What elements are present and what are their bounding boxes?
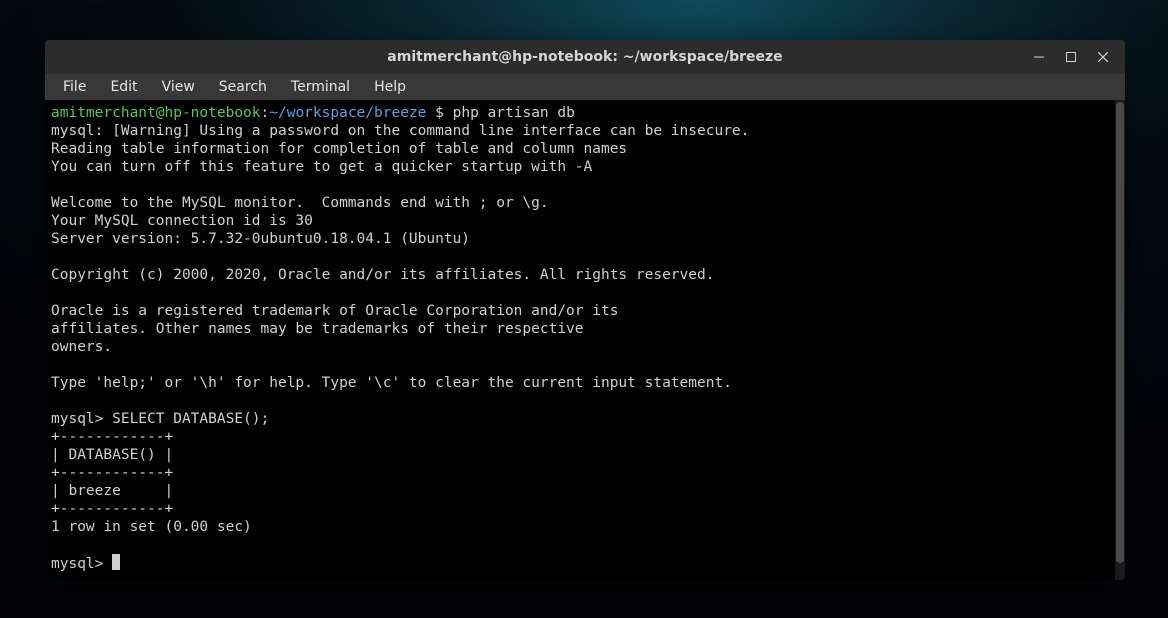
terminal-line: +------------+ (51, 465, 173, 481)
scrollbar[interactable] (1115, 100, 1125, 580)
prompt-seg1: workspace (287, 105, 366, 121)
terminal-line: Reading table information for completion… (51, 141, 627, 157)
window-controls (1023, 40, 1119, 74)
terminal-area: amitmerchant@hp-notebook:~/workspace/bre… (45, 100, 1125, 580)
maximize-button[interactable] (1055, 43, 1087, 71)
scrollbar-thumb[interactable] (1116, 102, 1124, 563)
terminal-line: mysql> (51, 556, 112, 572)
window-title: amitmerchant@hp-notebook: ~/workspace/br… (387, 49, 782, 65)
terminal-line: | breeze | (51, 483, 173, 499)
desktop-background: amitmerchant@hp-notebook: ~/workspace/br… (0, 0, 1168, 618)
minimize-icon (1034, 52, 1044, 62)
close-button[interactable] (1087, 43, 1119, 71)
menu-search[interactable]: Search (209, 77, 277, 97)
terminal-line: affiliates. Other names may be trademark… (51, 321, 584, 337)
terminal-line: mysql: [Warning] Using a password on the… (51, 123, 749, 139)
prompt-colon: : (261, 105, 270, 121)
terminal-line: Your MySQL connection id is 30 (51, 213, 313, 229)
prompt-seg2: breeze (374, 105, 426, 121)
prompt-dollar: $ (426, 105, 452, 121)
menu-terminal[interactable]: Terminal (281, 77, 360, 97)
maximize-icon (1066, 52, 1076, 62)
terminal-line: +------------+ (51, 429, 173, 445)
prompt-slash1: / (278, 105, 287, 121)
terminal-line: mysql> SELECT DATABASE(); (51, 411, 269, 427)
terminal-line: Welcome to the MySQL monitor. Commands e… (51, 195, 549, 211)
terminal-line: You can turn off this feature to get a q… (51, 159, 592, 175)
menu-file[interactable]: File (53, 77, 96, 97)
menu-edit[interactable]: Edit (100, 77, 147, 97)
close-icon (1098, 52, 1108, 62)
terminal-line: Type 'help;' or '\h' for help. Type '\c'… (51, 375, 732, 391)
terminal-line: +------------+ (51, 501, 173, 517)
titlebar[interactable]: amitmerchant@hp-notebook: ~/workspace/br… (45, 40, 1125, 74)
menubar: File Edit View Search Terminal Help (45, 74, 1125, 100)
terminal-line: Server version: 5.7.32-0ubuntu0.18.04.1 … (51, 231, 470, 247)
prompt-tilde: ~ (269, 105, 278, 121)
minimize-button[interactable] (1023, 43, 1055, 71)
terminal-line: Oracle is a registered trademark of Orac… (51, 303, 618, 319)
prompt-slash2: / (365, 105, 374, 121)
terminal-window: amitmerchant@hp-notebook: ~/workspace/br… (45, 40, 1125, 580)
menu-help[interactable]: Help (364, 77, 416, 97)
terminal-line: | DATABASE() | (51, 447, 173, 463)
terminal-line: 1 row in set (0.00 sec) (51, 519, 252, 535)
prompt-command: php artisan db (453, 105, 575, 121)
terminal-line: Copyright (c) 2000, 2020, Oracle and/or … (51, 267, 714, 283)
menu-view[interactable]: View (152, 77, 205, 97)
cursor (112, 554, 120, 570)
terminal-output[interactable]: amitmerchant@hp-notebook:~/workspace/bre… (45, 100, 1115, 580)
prompt-userhost: amitmerchant@hp-notebook (51, 105, 261, 121)
terminal-line: owners. (51, 339, 112, 355)
